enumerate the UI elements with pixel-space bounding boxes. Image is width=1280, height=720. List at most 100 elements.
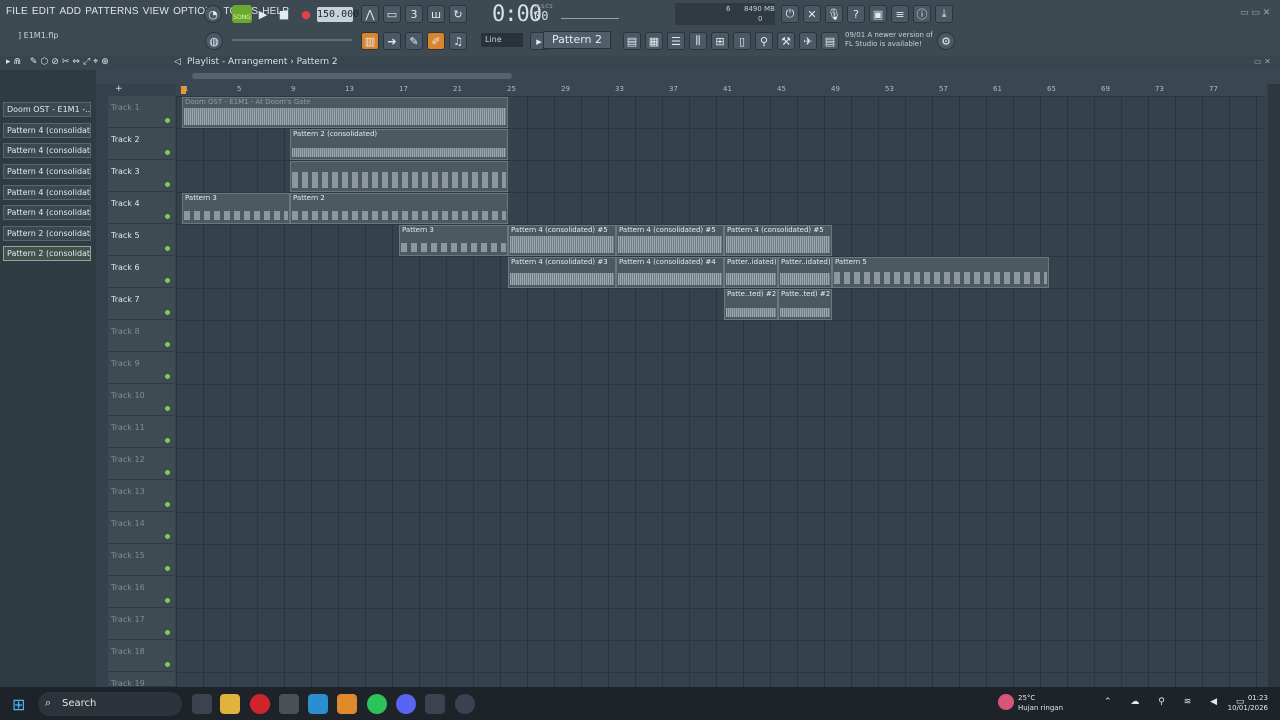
tempo-tap-icon[interactable]: ⏻ — [781, 5, 799, 23]
bell-icon[interactable]: ♫ — [449, 32, 467, 50]
draw-tool-icon[interactable]: ✐ — [427, 32, 445, 50]
track-header[interactable]: Track 19 — [108, 672, 175, 688]
file-explorer-icon[interactable] — [220, 694, 240, 714]
opera-icon[interactable] — [250, 694, 270, 714]
pattern-clip[interactable] — [290, 161, 508, 192]
master-pitch-slider[interactable] — [561, 8, 619, 19]
store-icon[interactable] — [308, 694, 328, 714]
track-enable-led[interactable] — [165, 438, 170, 443]
fl-studio-icon[interactable] — [337, 694, 357, 714]
record-button[interactable]: ● — [297, 5, 315, 23]
file-icon[interactable]: ▯ — [733, 32, 751, 50]
picker-item[interactable]: Pattern 4 (consolidat... — [3, 123, 91, 138]
weather-icon[interactable] — [998, 694, 1014, 710]
track-header[interactable]: Track 17 — [108, 608, 175, 640]
track-header[interactable]: Track 16 — [108, 576, 175, 608]
track-header[interactable]: Track 6 — [108, 256, 175, 288]
snap-select[interactable]: Line — [481, 33, 523, 47]
tempo-display[interactable]: 150.000 — [317, 7, 359, 22]
picker-item[interactable]: Pattern 4 (consolidat... — [3, 164, 91, 179]
track-enable-led[interactable] — [165, 118, 170, 123]
pattern-clip[interactable]: Pattern 5 — [832, 257, 1049, 288]
weather-widget[interactable]: 25°C Hujan ringan — [1018, 693, 1063, 713]
plugin-icon[interactable]: ⚲ — [755, 32, 773, 50]
track-enable-led[interactable] — [165, 566, 170, 571]
track-header[interactable]: Track 4 — [108, 192, 175, 224]
picker-item[interactable]: Pattern 2 (consolidat... — [3, 226, 91, 241]
track-header[interactable]: Track 12 — [108, 448, 175, 480]
track-enable-led[interactable] — [165, 374, 170, 379]
picker-item[interactable]: Doom OST - E1M1 -... — [3, 102, 91, 117]
info-icon[interactable]: ⓘ — [913, 5, 931, 23]
download-icon[interactable]: ⤓ — [935, 5, 953, 23]
picker-item[interactable]: Pattern 4 (consolidat... — [3, 205, 91, 220]
track-header[interactable]: Track 1 — [108, 96, 175, 128]
pattern-clip[interactable]: Patte..ted) #2 — [778, 289, 832, 320]
track-enable-led[interactable] — [165, 246, 170, 251]
track-enable-led[interactable] — [165, 470, 170, 475]
step-sequencer-icon[interactable]: ▦ — [645, 32, 663, 50]
pattern-clip[interactable]: Pattern 4 (consolidated) #5 — [616, 225, 724, 256]
picker-item[interactable]: Pattern 4 (consolidat... — [3, 143, 91, 158]
track-header[interactable]: Track 18 — [108, 640, 175, 672]
blend-notes-icon[interactable]: ш — [427, 5, 445, 23]
pattern-clip[interactable]: Pattern 4 (consolidated) #5 — [724, 225, 832, 256]
track-enable-led[interactable] — [165, 630, 170, 635]
update-icon[interactable]: ⚙ — [937, 32, 955, 50]
pattern-clip[interactable]: Patter..idated) — [724, 257, 778, 288]
track-header[interactable]: Track 8 — [108, 320, 175, 352]
pattern-selector[interactable]: Pattern 2 — [543, 31, 611, 49]
save-icon[interactable]: ▣ — [869, 5, 887, 23]
apps-icon[interactable] — [279, 694, 299, 714]
track-enable-led[interactable] — [165, 182, 170, 187]
horizontal-scrollbar[interactable] — [192, 73, 512, 79]
taskbar-search[interactable] — [38, 692, 182, 716]
track-header[interactable]: Track 14 — [108, 512, 175, 544]
track-header[interactable]: Track 13 — [108, 480, 175, 512]
touch-keyboard-icon[interactable]: ⚒ — [777, 32, 795, 50]
microphone-icon[interactable]: 🎙 — [825, 5, 843, 23]
track-enable-led[interactable] — [165, 150, 170, 155]
picker-item-selected[interactable]: Pattern 2 (consolidat... — [3, 246, 91, 261]
track-header[interactable]: Track 3 — [108, 160, 175, 192]
menu-add[interactable]: ADD — [58, 6, 84, 22]
pattern-clip[interactable]: Pattern 4 (consolidated) #5 — [508, 225, 616, 256]
track-header[interactable]: Track 9 — [108, 352, 175, 384]
menu-edit[interactable]: EDIT — [30, 6, 58, 22]
whatsapp-icon[interactable] — [367, 694, 387, 714]
browser-icon[interactable]: ⊞ — [711, 32, 729, 50]
master-volume-knob-icon[interactable]: ◍ — [205, 32, 223, 50]
windows-start-icon[interactable]: ⊞ — [12, 695, 25, 714]
window-controls-icon[interactable]: ▭ ▭ ✕ — [1240, 8, 1270, 18]
track-enable-led[interactable] — [165, 342, 170, 347]
pattern-clip[interactable]: Patte..ted) #2 — [724, 289, 778, 320]
news-panel[interactable]: 09/01 A newer version of FL Studio is av… — [845, 31, 935, 49]
play-button[interactable]: ▶ — [254, 5, 272, 23]
track-enable-led[interactable] — [165, 278, 170, 283]
track-enable-led[interactable] — [165, 502, 170, 507]
mixer-icon[interactable]: ≡ — [891, 5, 909, 23]
piano-roll-icon[interactable]: ▥ — [361, 32, 379, 50]
metronome-icon[interactable]: ⋀ — [361, 5, 379, 23]
track-header[interactable]: Track 7 — [108, 288, 175, 320]
fl-cloud-icon[interactable]: ✈ — [799, 32, 817, 50]
vertical-scrollbar[interactable] — [1268, 84, 1280, 687]
track-enable-led[interactable] — [165, 534, 170, 539]
playlist-icon[interactable]: ▤ — [623, 32, 641, 50]
track-enable-led[interactable] — [165, 214, 170, 219]
metronome-dial-icon[interactable]: ◔ — [204, 5, 222, 23]
pattern-clip[interactable]: Patter..idated) — [778, 257, 832, 288]
arrow-right-icon[interactable]: ➜ — [383, 32, 401, 50]
add-pattern-icon[interactable]: + — [115, 84, 123, 94]
pattern-clip[interactable]: Pattern 4 (consolidated) #4 — [616, 257, 724, 288]
track-enable-led[interactable] — [165, 598, 170, 603]
playlist-window-controls-icon[interactable]: ▭ ✕ — [1254, 57, 1271, 66]
track-header[interactable]: Track 5 — [108, 224, 175, 256]
mixer-x-icon[interactable]: ✕ — [803, 5, 821, 23]
pattern-clip[interactable]: Pattern 2 — [290, 193, 508, 224]
mixer-faders-icon[interactable]: ⫼ — [689, 32, 707, 50]
discord-icon[interactable] — [396, 694, 416, 714]
capture-icon[interactable] — [425, 694, 445, 714]
pencil-icon[interactable]: ✎ — [405, 32, 423, 50]
countdown-icon[interactable]: 3 — [405, 5, 423, 23]
